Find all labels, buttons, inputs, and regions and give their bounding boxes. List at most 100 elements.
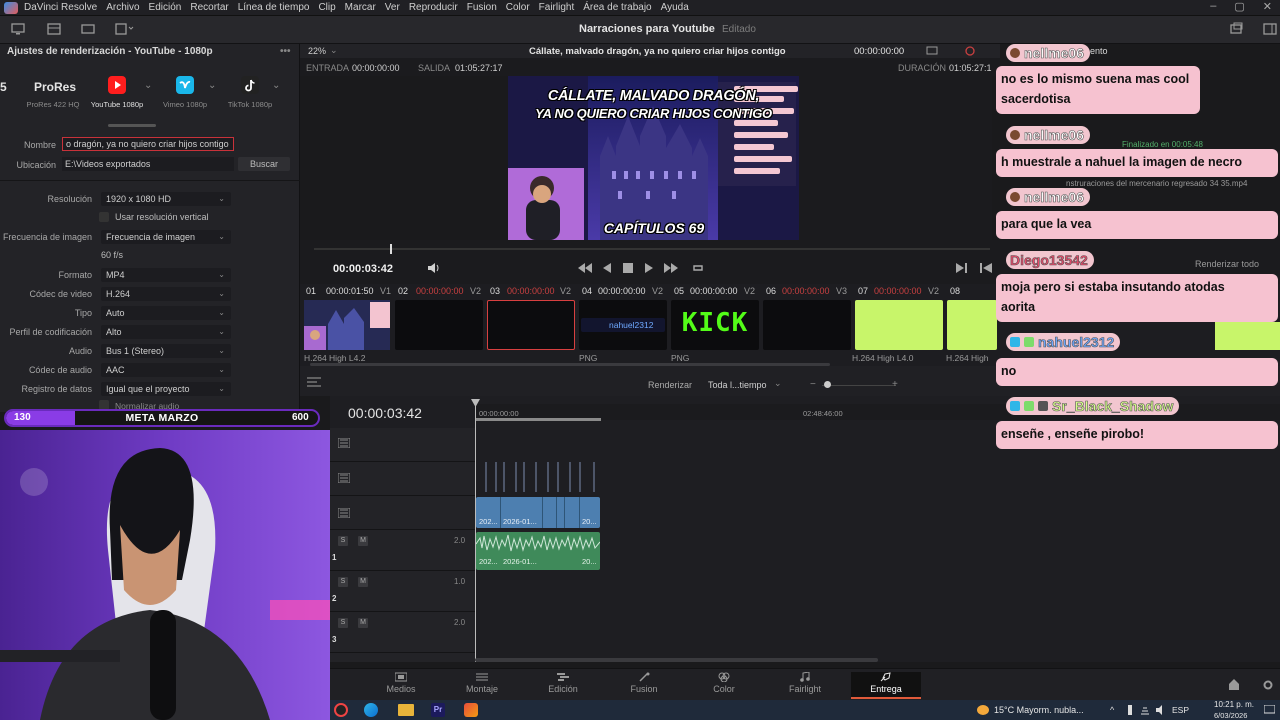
location-input[interactable]: E:\Videos exportados — [62, 157, 234, 171]
preset-prores[interactable]: ProRes 422 HQ — [22, 100, 84, 109]
monitor-icon[interactable] — [10, 22, 26, 36]
notifications-icon[interactable] — [1264, 705, 1275, 715]
type-select[interactable]: Auto ⌄ — [101, 306, 231, 320]
go-to-end-icon[interactable] — [664, 263, 678, 273]
zoom-slider-handle[interactable] — [824, 381, 831, 388]
play-reverse-icon[interactable] — [603, 263, 613, 273]
audio-codec-select[interactable]: AAC ⌄ — [101, 363, 231, 377]
previous-clip-icon[interactable] — [956, 263, 968, 273]
clip-thumbnail-1[interactable] — [304, 300, 390, 350]
maximize-icon[interactable]: ▢ — [1234, 0, 1244, 16]
fullscreen-icon[interactable] — [1228, 22, 1244, 36]
clip-thumbnail-4[interactable]: nahuel2312 — [579, 300, 667, 350]
menu-ayuda[interactable]: Ayuda — [661, 2, 689, 13]
speaker-icon[interactable] — [1155, 705, 1165, 715]
stop-icon[interactable] — [623, 263, 633, 273]
page-tab-cut[interactable]: Montaje — [447, 672, 517, 694]
page-tab-fusion[interactable]: Fusion — [609, 672, 679, 694]
menu-clip[interactable]: Clip — [318, 2, 335, 13]
timeline-options-icon[interactable] — [307, 377, 323, 387]
render-queue-icon[interactable] — [46, 22, 62, 36]
filename-input[interactable]: o dragón, ya no quiero criar hijos conti… — [62, 137, 234, 151]
browse-button[interactable]: Buscar — [238, 157, 290, 171]
clip-list-icon[interactable] — [80, 22, 96, 36]
menu-archivo[interactable]: Archivo — [106, 2, 139, 13]
premiere-icon[interactable]: Pr — [431, 703, 445, 717]
menu-linea-de-tiempo[interactable]: Línea de tiempo — [238, 2, 310, 13]
more-options-icon[interactable]: ••• — [280, 46, 291, 57]
framerate-select[interactable]: Frecuencia de imagen ⌄ — [101, 230, 231, 244]
close-icon[interactable]: ✕ — [1263, 0, 1272, 16]
scrubber-playhead[interactable] — [390, 244, 392, 254]
chevron-down-icon[interactable]: ⌄ — [774, 378, 782, 389]
data-log-select[interactable]: Igual que el proyecto ⌄ — [101, 382, 231, 396]
clip-thumbnail-5[interactable]: KICK — [671, 300, 759, 350]
usb-icon[interactable] — [1125, 705, 1135, 715]
chevron-down-icon[interactable]: ⌄ — [208, 80, 216, 91]
tray-chevron-icon[interactable]: ^ — [1110, 705, 1114, 715]
preset-vimeo[interactable]: Vimeo 1080p — [155, 76, 215, 109]
preset-scrollbar[interactable] — [108, 124, 156, 127]
timeline-zoom-slider[interactable] — [822, 385, 896, 386]
page-tab-deliver[interactable]: Entrega — [851, 672, 921, 699]
video-preview[interactable]: CÁLLATE, MALVADO DRAGÓN, YA NO QUIERO CR… — [508, 76, 799, 240]
profile-select[interactable]: Alto ⌄ — [101, 325, 231, 339]
network-icon[interactable] — [1140, 705, 1150, 715]
resolution-select[interactable]: 1920 x 1080 HD ⌄ — [101, 192, 231, 206]
obs-app-icon[interactable] — [334, 703, 348, 717]
edge-browser-icon[interactable] — [364, 703, 378, 717]
solo-button[interactable]: S — [338, 577, 348, 587]
solo-button[interactable]: S — [338, 536, 348, 546]
monitor-output-icon[interactable] — [926, 45, 938, 57]
video-clip-track1[interactable]: 202... 2026-01... 20... — [476, 497, 600, 528]
render-range-bar[interactable] — [475, 418, 601, 421]
go-to-start-icon[interactable] — [578, 263, 592, 273]
audio-clip-track1[interactable]: 202... 2026-01... 20... — [476, 532, 600, 570]
loop-playback-icon[interactable] — [691, 262, 705, 274]
menu-reproducir[interactable]: Reproducir — [409, 2, 458, 13]
clip-thumbnail-8[interactable] — [947, 300, 997, 350]
solo-button[interactable]: S — [338, 618, 348, 628]
loop-icon[interactable] — [964, 45, 976, 57]
minimize-icon[interactable]: – — [1210, 0, 1216, 16]
preset-prores-title[interactable]: ProRes — [34, 80, 76, 94]
scrubber-track[interactable] — [314, 248, 990, 250]
timeline-scrollbar[interactable] — [475, 658, 878, 662]
format-select[interactable]: MP4 ⌄ — [101, 268, 231, 282]
thumbnail-view-icon[interactable] — [114, 22, 134, 36]
page-tab-fairlight[interactable]: Fairlight — [770, 672, 840, 694]
video-codec-select[interactable]: H.264 ⌄ — [101, 287, 231, 301]
render-queue-toggle-icon[interactable] — [1262, 22, 1278, 36]
audio-select[interactable]: Bus 1 (Stereo) ⌄ — [101, 344, 231, 358]
next-clip-icon[interactable] — [980, 263, 992, 273]
davinci-taskbar-icon[interactable] — [464, 703, 478, 717]
menu-ver[interactable]: Ver — [385, 2, 400, 13]
home-icon[interactable] — [1228, 679, 1240, 690]
clip-thumbnail-6[interactable] — [763, 300, 851, 350]
volume-icon[interactable] — [427, 262, 441, 274]
render-range-select[interactable]: Toda l...tiempo — [708, 380, 767, 390]
chevron-down-icon[interactable]: ⌄ — [770, 45, 778, 56]
page-tab-media[interactable]: Medios — [366, 672, 436, 694]
mute-button[interactable]: M — [358, 577, 368, 587]
menu-fusion[interactable]: Fusion — [467, 2, 497, 13]
keyboard-language[interactable]: ESP — [1172, 705, 1189, 715]
chevron-down-icon[interactable]: ⌄ — [144, 80, 152, 91]
file-explorer-icon[interactable] — [398, 704, 414, 716]
weather-text[interactable]: 15°C Mayorm. nubla... — [994, 705, 1084, 715]
page-tab-color[interactable]: Color — [689, 672, 759, 694]
clip-thumbnail-2[interactable] — [395, 300, 483, 350]
zoom-level[interactable]: 22% — [308, 46, 326, 56]
chevron-down-icon[interactable]: ⌄ — [272, 80, 280, 91]
clip-thumbnail-3-selected[interactable] — [487, 300, 575, 350]
menu-fairlight[interactable]: Fairlight — [539, 2, 575, 13]
vertical-resolution-checkbox[interactable] — [99, 212, 109, 222]
preset-tiktok[interactable]: TikTok 1080p — [220, 76, 280, 109]
clock-date[interactable]: 6/03/2026 — [1214, 711, 1247, 720]
page-tab-edit[interactable]: Edición — [528, 672, 598, 694]
menu-area-de-trabajo[interactable]: Área de trabajo — [583, 2, 651, 13]
play-icon[interactable] — [644, 263, 654, 273]
menu-marcar[interactable]: Marcar — [345, 2, 376, 13]
timeline-playhead[interactable] — [475, 400, 476, 662]
chevron-down-icon[interactable]: ⌄ — [330, 45, 338, 56]
